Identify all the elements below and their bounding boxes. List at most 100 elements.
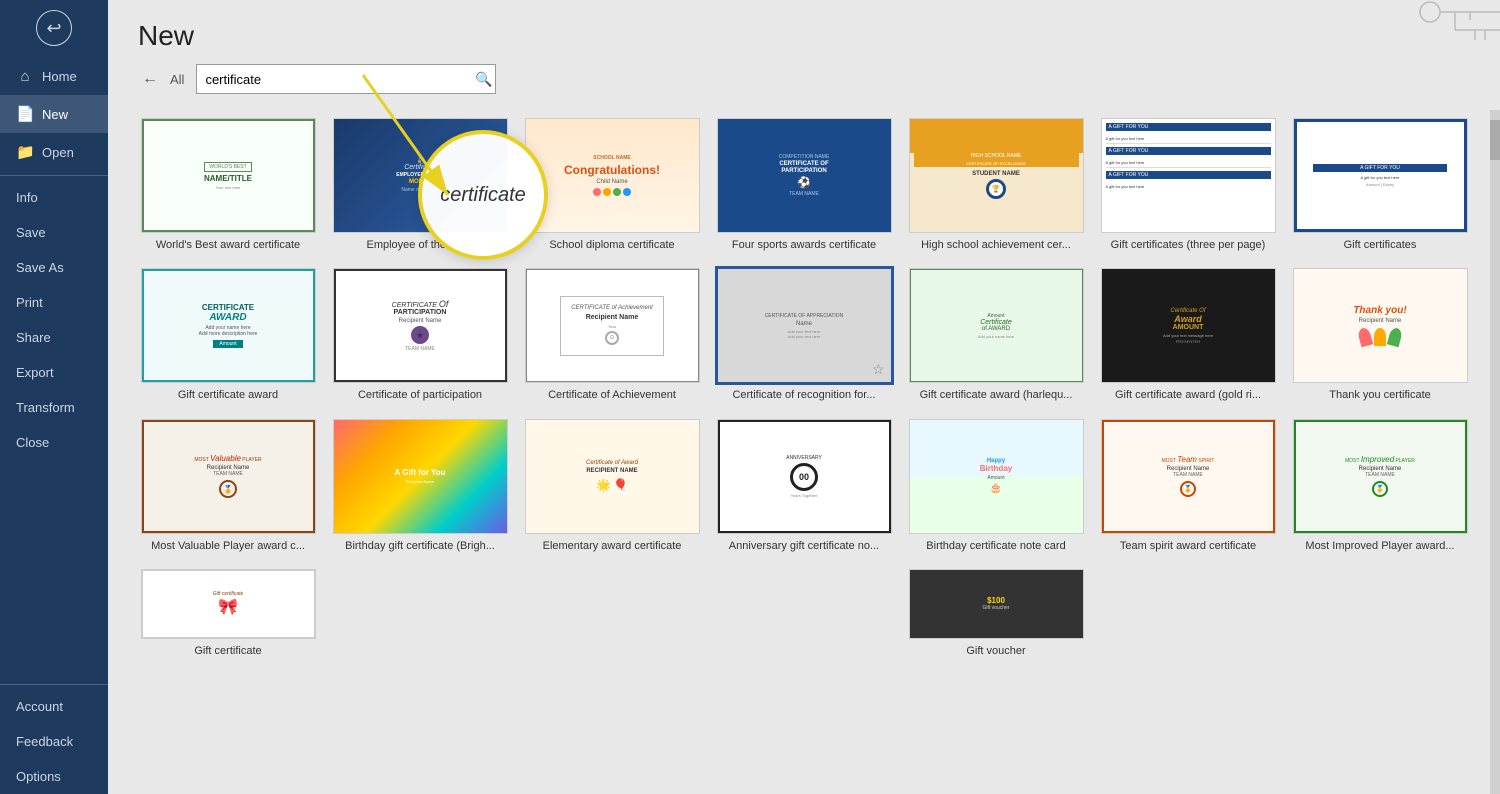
template-worlds-best[interactable]: WORLD'S BEST NAME/TITLE Your text here W… — [138, 118, 318, 252]
template-achievement[interactable]: CERTIFICATE of Achievement Recipient Nam… — [522, 268, 702, 402]
search-back-button[interactable]: ← — [138, 66, 162, 92]
template-birthday-bright[interactable]: A Gift for You Recipient Name Birthday g… — [330, 419, 510, 553]
template-thumb: Certificate Of Award AMOUNT Add your tex… — [1101, 268, 1276, 383]
template-thumb: WORLD'S BEST NAME/TITLE Your text here — [141, 118, 316, 233]
template-thumb: MOST Valuable PLAYER Recipient Name TEAM… — [141, 419, 316, 534]
template-gift-single[interactable]: A GIFT FOR YOU A gift for you text here … — [1290, 118, 1470, 252]
template-team-spirit[interactable]: MOST Team SPIRIT Recipient Name TEAM NAM… — [1098, 419, 1278, 553]
search-button[interactable]: 🔍 — [475, 71, 492, 88]
sidebar-item-label: New — [42, 107, 68, 122]
search-input[interactable] — [196, 64, 496, 94]
template-empty-3 — [714, 569, 894, 658]
template-school-diploma[interactable]: SCHOOL NAME Congratulations! Child Name … — [522, 118, 702, 252]
template-thumb: A Gift for You Recipient Name — [333, 419, 508, 534]
sidebar-item-home[interactable]: ⌂ Home — [0, 58, 108, 95]
template-birthday-note[interactable]: Happy Birthday Amount 🎂 Birthday certifi… — [906, 419, 1086, 553]
template-thumb: Thank you! Recipient Name — [1293, 268, 1468, 383]
template-label: Anniversary gift certificate no... — [729, 539, 879, 553]
sidebar-item-export[interactable]: Export — [0, 355, 108, 390]
sidebar-item-print[interactable]: Print — [0, 285, 108, 320]
template-participation[interactable]: CERTIFICATE Of PARTICIPATION Recipient N… — [330, 268, 510, 402]
template-thumb: CERTIFICATE of Achievement Recipient Nam… — [525, 268, 700, 383]
template-elementary[interactable]: Certificate of Award RECIPIENT NAME 🌟 🎈 … — [522, 419, 702, 553]
sidebar-item-save[interactable]: Save — [0, 215, 108, 250]
template-label: Four sports awards certificate — [732, 238, 876, 252]
template-recognition[interactable]: CERTIFICATE OF APPRECIATION Name Add you… — [714, 268, 894, 402]
templates-area: WORLD'S BEST NAME/TITLE Your text here W… — [108, 108, 1500, 794]
template-label: Gift certificate — [194, 644, 261, 658]
template-empty-2 — [522, 569, 702, 658]
search-icon: 🔍 — [475, 71, 492, 87]
template-mvp[interactable]: MOST Valuable PLAYER Recipient Name TEAM… — [138, 419, 318, 553]
templates-grid: WORLD'S BEST NAME/TITLE Your text here W… — [138, 118, 1470, 658]
back-icon: ↩ — [46, 18, 61, 39]
back-button[interactable]: ↩ — [36, 10, 72, 46]
print-label: Print — [16, 295, 43, 310]
info-label: Info — [16, 190, 38, 205]
template-label: Birthday certificate note card — [926, 539, 1065, 553]
template-label: Certificate of Achievement — [548, 388, 676, 402]
sidebar-item-share[interactable]: Share — [0, 320, 108, 355]
template-gift-voucher2[interactable]: $100 Gift voucher Gift voucher — [906, 569, 1086, 658]
all-label: All — [170, 72, 184, 87]
sidebar-item-info[interactable]: Info — [0, 180, 108, 215]
template-most-improved[interactable]: MOST Improved PLAYER Recipient Name TEAM… — [1290, 419, 1470, 553]
export-label: Export — [16, 365, 54, 380]
template-award-teal[interactable]: CERTIFICATE AWARD Add your name here Add… — [138, 268, 318, 402]
home-icon: ⌂ — [16, 68, 34, 85]
template-gift3[interactable]: A GIFT FOR YOU A gift for you text here … — [1098, 118, 1278, 252]
template-label: Gift certificates (three per page) — [1111, 238, 1266, 252]
template-label: Gift certificate award (gold ri... — [1115, 388, 1261, 402]
template-gold[interactable]: Certificate Of Award AMOUNT Add your tex… — [1098, 268, 1278, 402]
template-label: World's Best award certificate — [156, 238, 300, 252]
save-label: Save — [16, 225, 46, 240]
sidebar-item-close[interactable]: Close — [0, 425, 108, 460]
template-label: Certificate of recognition for... — [732, 388, 875, 402]
template-thumb: Happy Birthday Amount 🎂 — [909, 419, 1084, 534]
template-label: Most Improved Player award... — [1305, 539, 1454, 553]
template-thumb: $100 Gift voucher — [909, 569, 1084, 639]
main-header: New ← All 🔍 — [108, 0, 1500, 108]
magnifier-text: certificate — [440, 184, 526, 207]
template-thumb: MOST Team SPIRIT Recipient Name TEAM NAM… — [1101, 419, 1276, 534]
sidebar-item-new[interactable]: 📄 New — [0, 95, 108, 133]
template-label: Gift certificate award — [178, 388, 278, 402]
new-icon: 📄 — [16, 105, 34, 123]
sidebar-nav: ⌂ Home 📄 New 📁 Open Info Save Save As Pr… — [0, 54, 108, 794]
template-thumb: A GIFT FOR YOU A gift for you text here … — [1101, 118, 1276, 233]
saveas-label: Save As — [16, 260, 64, 275]
template-label: High school achievement cer... — [921, 238, 1071, 252]
scrollbar-thumb[interactable] — [1490, 120, 1500, 160]
template-label: Birthday gift certificate (Brigh... — [345, 539, 495, 553]
template-sports[interactable]: COMPETITION NAME CERTIFICATE OF PARTICIP… — [714, 118, 894, 252]
sidebar-item-transform[interactable]: Transform — [0, 390, 108, 425]
transform-label: Transform — [16, 400, 75, 415]
feedback-label: Feedback — [16, 734, 73, 749]
template-gift-voucher[interactable]: Gift certificate 🎀 Gift certificate — [138, 569, 318, 658]
account-label: Account — [16, 699, 63, 714]
search-input-wrapper: 🔍 — [196, 64, 496, 94]
sidebar-item-save-as[interactable]: Save As — [0, 250, 108, 285]
share-label: Share — [16, 330, 51, 345]
sidebar-divider-1 — [0, 175, 108, 176]
sidebar-item-feedback[interactable]: Feedback — [0, 724, 108, 759]
sidebar-item-account[interactable]: Account — [0, 689, 108, 724]
template-label: Elementary award certificate — [543, 539, 682, 553]
template-highschool[interactable]: HIGH SCHOOL NAME CERTIFICATE OF EXCELLEN… — [906, 118, 1086, 252]
template-thankyou[interactable]: Thank you! Recipient Name Thank you cert… — [1290, 268, 1470, 402]
template-harlequin[interactable]: Amount Certificate of AWARD Add your nam… — [906, 268, 1086, 402]
sidebar-item-label: Open — [42, 145, 74, 160]
template-anniversary[interactable]: ANNIVERSARY 00 Years Together Anniversar… — [714, 419, 894, 553]
template-thumb: Gift certificate 🎀 — [141, 569, 316, 639]
template-empty-1 — [330, 569, 510, 658]
scrollbar-track[interactable] — [1490, 110, 1500, 794]
template-label: Gift voucher — [966, 644, 1025, 658]
sidebar-item-options[interactable]: Options — [0, 759, 108, 794]
template-thumb: CERTIFICATE Of PARTICIPATION Recipient N… — [333, 268, 508, 383]
sidebar-item-open[interactable]: 📁 Open — [0, 133, 108, 171]
template-thumb: ANNIVERSARY 00 Years Together — [717, 419, 892, 534]
template-label: School diploma certificate — [549, 238, 674, 252]
template-thumb: SCHOOL NAME Congratulations! Child Name — [525, 118, 700, 233]
template-thumb: HIGH SCHOOL NAME CERTIFICATE OF EXCELLEN… — [909, 118, 1084, 233]
favorite-icon[interactable]: ☆ — [872, 361, 885, 378]
